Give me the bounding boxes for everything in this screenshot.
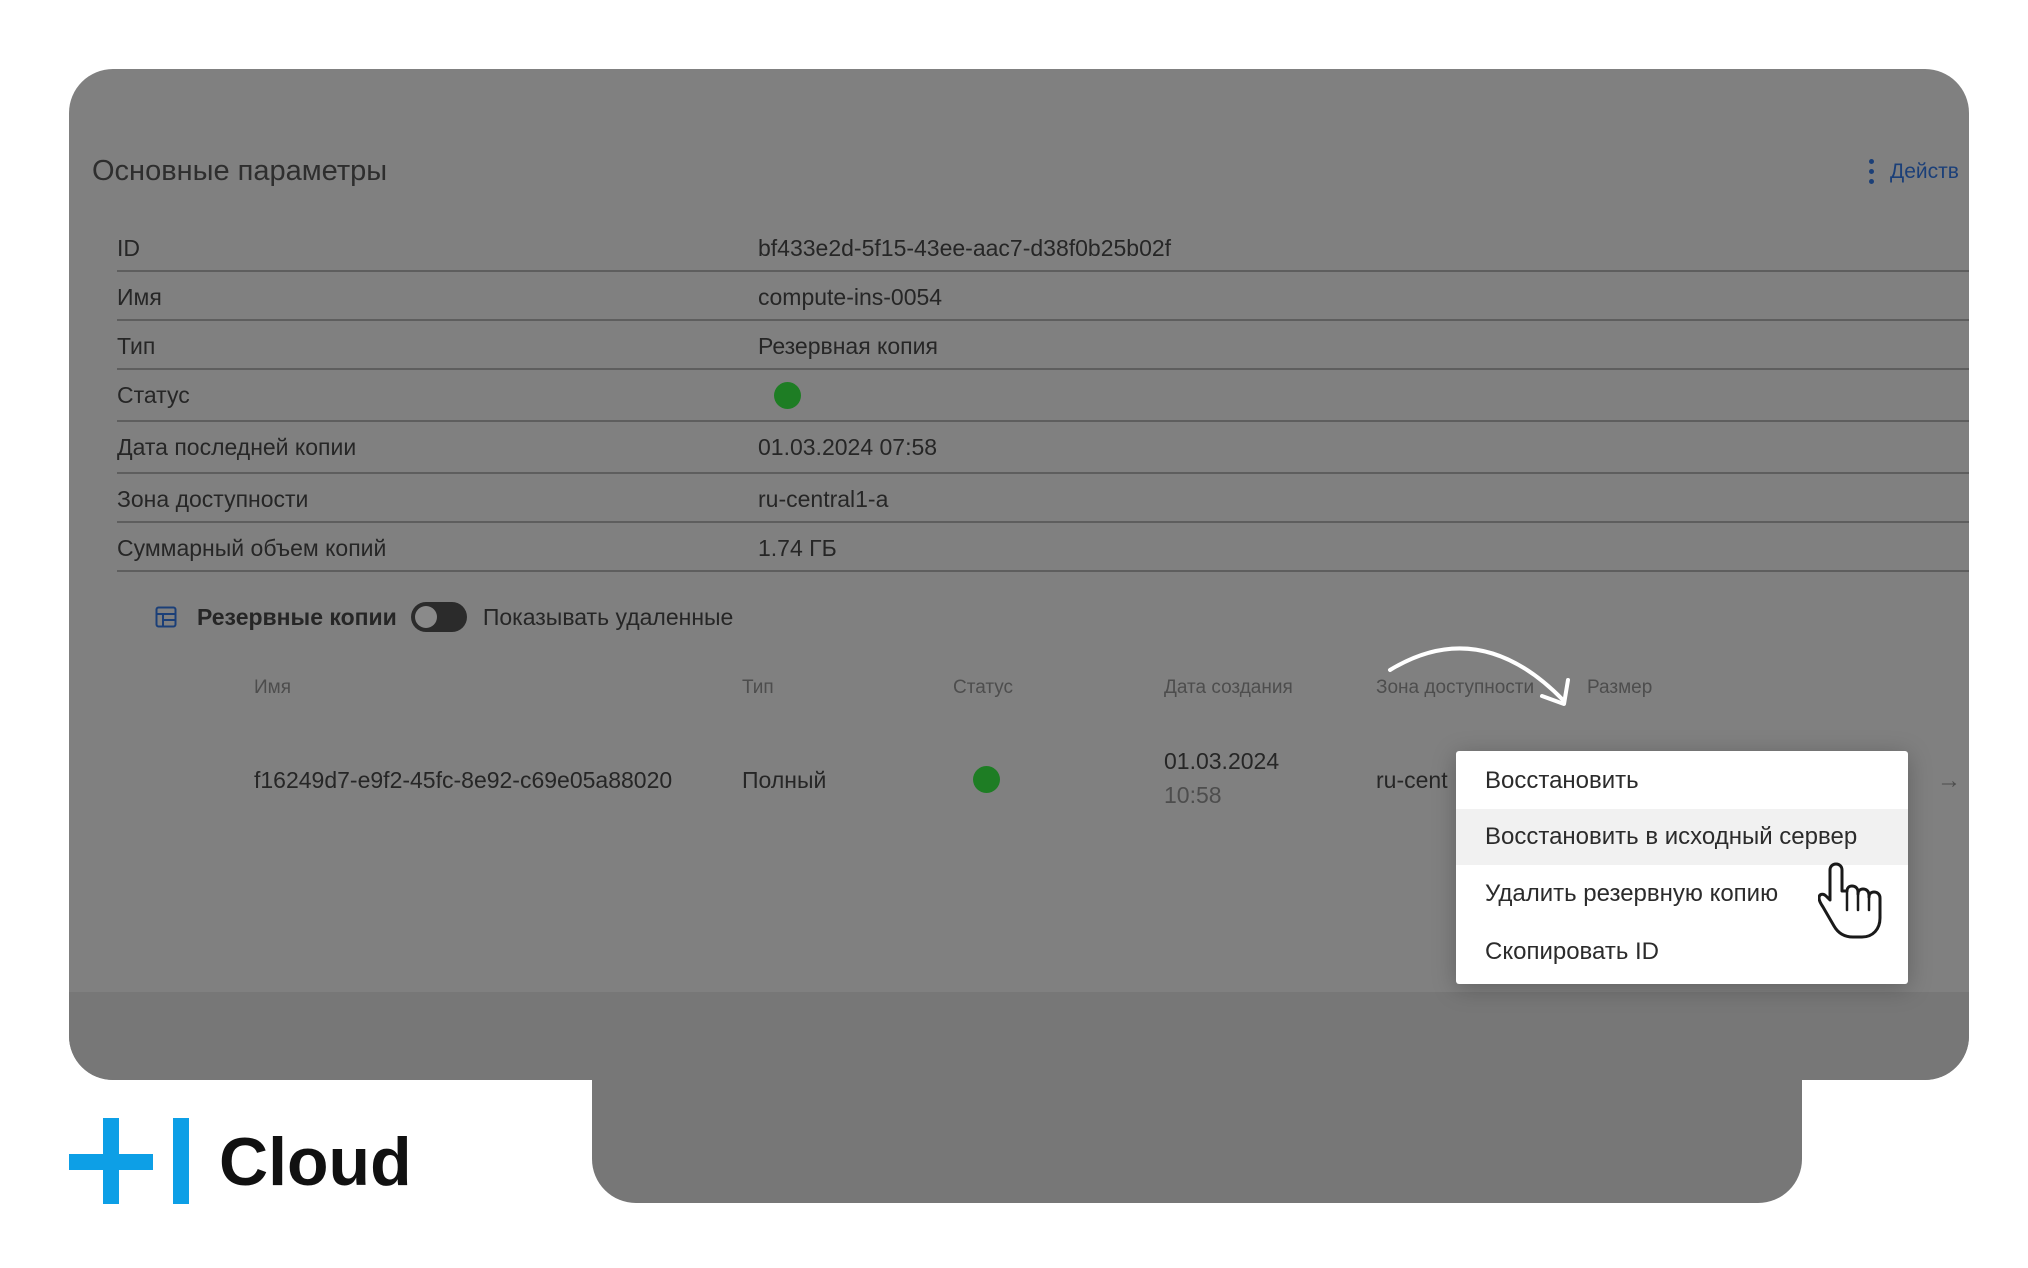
property-row-total-size: Суммарный объем копий 1.74 ГБ [117,523,1969,572]
panel-bottom-tab [592,1079,1802,1203]
property-label: Дата последней копии [117,434,357,460]
property-label: Тип [117,333,156,359]
properties-table: ID bf433e2d-5f15-43ee-aac7-d38f0b25b02f … [117,223,1969,572]
property-value: Резервная копия [758,333,938,359]
property-value: compute-ins-0054 [758,284,943,310]
backup-type: Полный [742,767,827,793]
property-value: bf433e2d-5f15-43ee-aac7-d38f0b25b02f [758,235,1172,261]
property-row-name: Имя compute-ins-0054 [117,272,1969,321]
panel-footer [69,992,1969,1080]
property-value: 1.74 ГБ [758,535,837,561]
show-deleted-toggle[interactable] [410,602,467,632]
backups-section-header: Резервные копии Показывать удаленные [155,602,733,632]
backups-section-title: Резервные копии [197,603,397,630]
property-value: ru-central1-a [758,486,889,512]
actions-label: Действ [1890,159,1959,183]
property-label: Суммарный объем копий [117,535,387,561]
property-row-last-backup: Дата последней копии 01.03.2024 07:58 [117,422,1969,474]
status-indicator-icon [973,766,1000,793]
table-grid-icon [155,606,177,628]
kebab-menu-icon [1869,159,1874,184]
column-header-created[interactable]: Дата создания [1164,677,1293,699]
property-label: Зона доступности [117,486,309,512]
property-value: 01.03.2024 07:58 [758,434,938,460]
column-header-status[interactable]: Статус [953,677,1013,699]
property-row-status: Статус [117,370,1969,422]
arrow-right-icon[interactable]: → [1937,767,1961,795]
property-label: Статус [117,382,190,408]
property-row-zone: Зона доступности ru-central1-a [117,474,1969,523]
brand-name: Cloud [219,1124,412,1200]
status-indicator-icon [774,382,801,409]
column-header-type[interactable]: Тип [742,677,774,699]
toggle-knob [414,606,437,628]
column-header-name[interactable]: Имя [254,677,291,699]
property-row-type: Тип Резервная копия [117,321,1969,370]
backup-zone: ru-cent [1376,767,1448,793]
show-deleted-label: Показывать удаленные [482,603,734,630]
page-title: Основные параметры [92,155,388,187]
curved-arrow-icon [1388,646,1570,706]
column-header-size[interactable]: Размер [1587,677,1652,699]
backup-name: f16249d7-e9f2-45fc-8e92-c69e05a88020 [254,767,673,793]
property-row-id: ID bf433e2d-5f15-43ee-aac7-d38f0b25b02f [117,223,1969,272]
brand-logo-icon [69,1118,189,1204]
property-label: ID [117,235,140,261]
backup-created-time: 10:58 [1164,782,1222,808]
hand-pointer-cursor-icon [1818,862,1882,939]
property-label: Имя [117,284,162,310]
backup-created-date: 01.03.2024 [1164,748,1280,774]
actions-button[interactable]: Действ [1869,159,1959,184]
menu-item-restore[interactable]: Восстановить [1456,753,1908,809]
menu-item-restore-to-source[interactable]: Восстановить в исходный сервер [1456,809,1908,865]
